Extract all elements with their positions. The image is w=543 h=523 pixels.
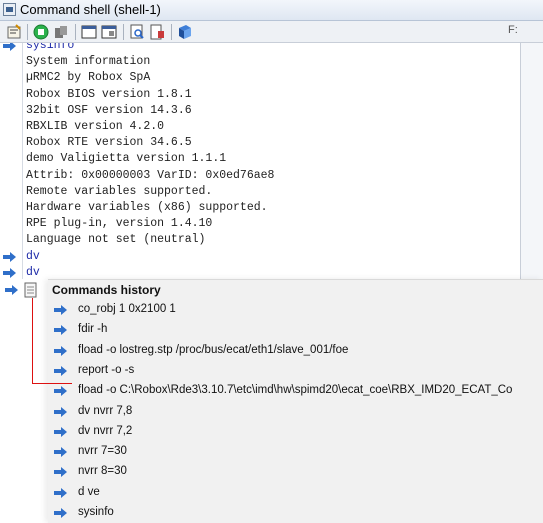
- book-icon[interactable]: [177, 24, 193, 40]
- command-arrow-icon: [54, 467, 67, 478]
- disconnect-icon[interactable]: [53, 24, 69, 40]
- highlight-connector-horizontal: [32, 383, 72, 384]
- console-output-line: Hardware variables (x86) supported.: [26, 201, 268, 214]
- history-item-label: dv nvrr 7,8: [78, 404, 133, 417]
- history-item-label: fdir -h: [78, 323, 108, 336]
- command-arrow-icon: [54, 406, 67, 417]
- window-title: Command shell (shell-1): [20, 2, 161, 17]
- console-command-line: sysinfo: [26, 43, 75, 52]
- properties-icon[interactable]: [6, 24, 22, 40]
- console-output-line: 32bit OSF version 14.3.6: [26, 103, 192, 117]
- filter-label: F:: [508, 24, 518, 36]
- console-gutter: [0, 43, 23, 279]
- console-output-line: System information: [26, 55, 151, 69]
- history-item-label: fload -o lostreg.stp /proc/bus/ecat/eth1…: [78, 343, 349, 356]
- command-arrow-icon: [54, 345, 67, 356]
- title-bar: Command shell (shell-1): [0, 0, 543, 21]
- command-arrow-icon: [54, 325, 67, 336]
- history-item-label: nvrr 7=30: [78, 445, 127, 458]
- history-item-label: d ve: [78, 485, 100, 498]
- console-output-line: Robox RTE version 34.6.5: [26, 136, 192, 150]
- history-item[interactable]: report -o -s: [52, 361, 542, 381]
- history-item-label: dv nvrr 7,2: [78, 424, 133, 437]
- console-output-line: RPE plug-in, version 1.4.10: [26, 217, 213, 231]
- command-arrow-icon: [54, 508, 67, 518]
- command-arrow-icon: [54, 447, 67, 458]
- history-item[interactable]: fdir -h: [52, 320, 542, 340]
- command-arrow-icon: [3, 267, 16, 278]
- command-arrow-icon: [54, 305, 67, 315]
- console-command-line: dv: [26, 265, 40, 279]
- console-output[interactable]: sysinfo System information µRMC2 by Robox …: [0, 43, 521, 279]
- history-item[interactable]: dv nvrr 7,8: [52, 402, 542, 422]
- window2-icon[interactable]: [101, 24, 117, 40]
- commands-history-popup: Commands history co_robj 1 0x2100 1 fdir …: [48, 279, 543, 523]
- history-icon[interactable]: [24, 282, 38, 298]
- command-arrow-icon: [3, 43, 16, 51]
- highlight-connector: [32, 298, 33, 384]
- command-arrow-icon: [54, 426, 67, 437]
- history-item-label: sysinfo: [78, 506, 114, 518]
- console-output-line: demo Valigietta version 1.1.1: [26, 152, 227, 166]
- history-item[interactable]: d ve: [52, 483, 542, 503]
- console-output-line: Attrib: 0x00000003 VarID: 0x0ed76ae8: [26, 168, 275, 182]
- history-item[interactable]: nvrr 7=30: [52, 442, 542, 462]
- window-icon[interactable]: [81, 24, 97, 40]
- console-window-icon: [3, 3, 16, 16]
- history-item-label: fload -o C:\Robox\Rde3\3.10.7\etc\imd\hw…: [78, 384, 513, 397]
- print-preview-icon[interactable]: [129, 24, 145, 40]
- export-icon[interactable]: [149, 24, 165, 40]
- history-item[interactable]: sysinfo: [52, 503, 542, 523]
- command-arrow-icon: [54, 365, 67, 376]
- history-item[interactable]: nvrr 8=30: [52, 462, 542, 482]
- toolbar: F:: [0, 21, 543, 43]
- history-trigger[interactable]: [0, 279, 48, 301]
- console-output-line: µRMC2 by Robox SpA: [26, 71, 151, 85]
- history-item[interactable]: fload -o C:\Robox\Rde3\3.10.7\etc\imd\hw…: [52, 381, 542, 401]
- command-arrow-icon: [54, 487, 67, 498]
- command-arrow-icon: [5, 285, 18, 295]
- console-output-line: RBXLIB version 4.2.0: [26, 120, 165, 133]
- console-command-line: dv: [26, 249, 40, 263]
- history-item[interactable]: dv nvrr 7,2: [52, 422, 542, 442]
- history-title: Commands history: [52, 283, 161, 297]
- console-output-line: Robox BIOS version 1.8.1: [26, 87, 192, 101]
- side-panel: [521, 43, 543, 279]
- history-item[interactable]: co_robj 1 0x2100 1: [52, 300, 542, 320]
- history-item-label: co_robj 1 0x2100 1: [78, 303, 176, 315]
- command-arrow-icon: [3, 251, 16, 262]
- connect-icon[interactable]: [33, 24, 49, 40]
- console-output-line: Remote variables supported.: [26, 184, 213, 198]
- history-item-label: nvrr 8=30: [78, 465, 127, 478]
- command-arrow-icon: [54, 386, 67, 397]
- history-item-label: report -o -s: [78, 363, 135, 376]
- console-output-line: Language not set (neutral): [26, 233, 206, 247]
- history-item[interactable]: fload -o lostreg.stp /proc/bus/ecat/eth1…: [52, 341, 542, 361]
